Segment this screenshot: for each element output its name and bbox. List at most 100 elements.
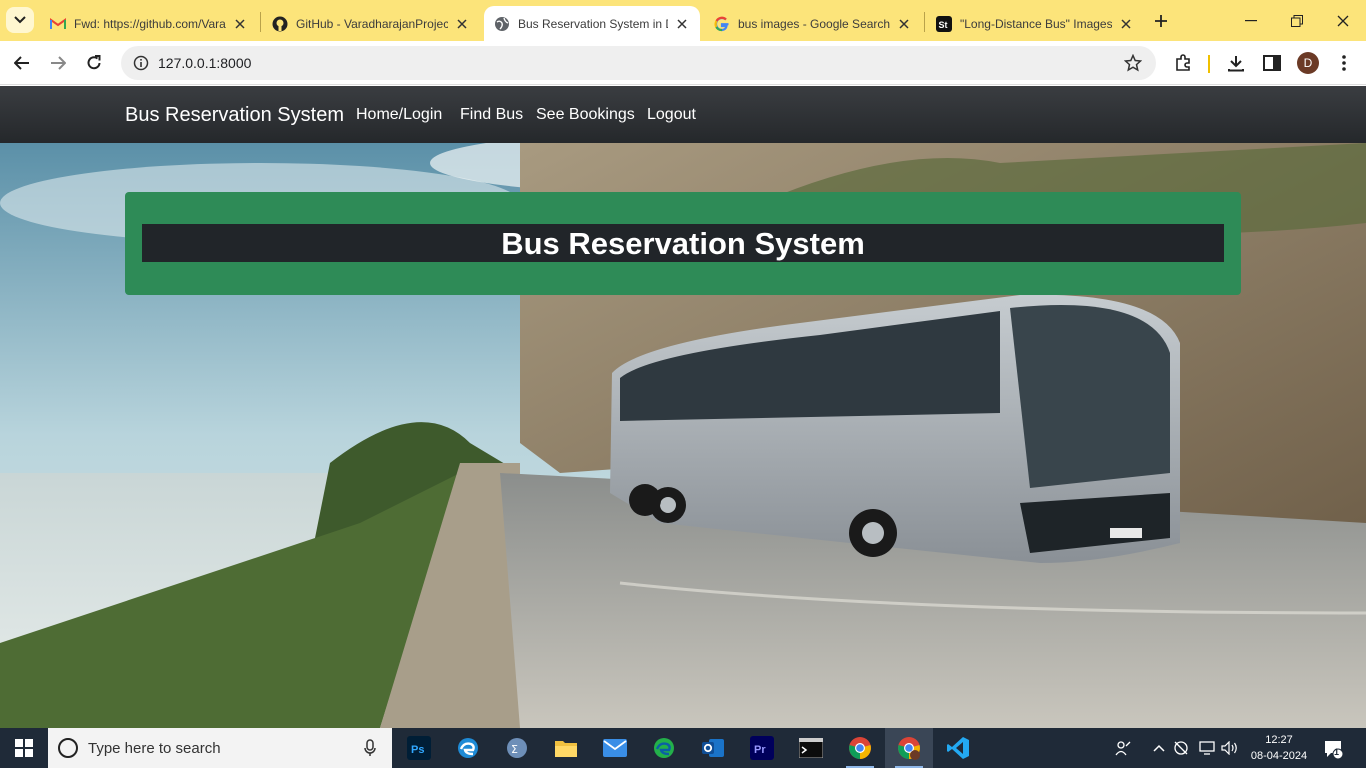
google-icon xyxy=(714,16,730,32)
tab-title: bus images - Google Search xyxy=(738,16,890,31)
svg-text:St: St xyxy=(939,20,948,30)
location-off-icon[interactable] xyxy=(1172,739,1190,757)
chrome-profile-icon xyxy=(898,737,920,760)
restore-button[interactable] xyxy=(1274,0,1320,41)
tab-title: "Long-Distance Bus" Images xyxy=(960,16,1112,31)
tab-shutterstock[interactable]: St "Long-Distance Bus" Images xyxy=(926,6,1144,41)
notification-icon xyxy=(1325,741,1343,759)
taskbar-mail[interactable] xyxy=(591,728,639,768)
people-icon[interactable] xyxy=(1114,739,1132,757)
github-icon xyxy=(272,16,288,32)
arrow-right-icon xyxy=(51,56,66,70)
hero-background-image: Bus Reservation System xyxy=(0,143,1366,728)
extensions-icon[interactable] xyxy=(1170,50,1196,76)
search-placeholder: Type here to search xyxy=(88,740,221,757)
reload-button[interactable] xyxy=(80,49,108,77)
web-page: Bus Reservation System Home/Login Find B… xyxy=(0,86,1366,728)
forward-button[interactable] xyxy=(44,49,72,77)
taskbar-edge[interactable] xyxy=(444,728,492,768)
menu-dots-icon[interactable] xyxy=(1331,50,1357,76)
chrome-icon xyxy=(849,737,871,759)
back-button[interactable] xyxy=(8,49,36,77)
svg-text:Pr: Pr xyxy=(754,744,766,756)
clock-date: 08-04-2024 xyxy=(1250,750,1308,762)
tab-search-button[interactable] xyxy=(6,7,34,33)
taskbar-search-box[interactable]: Type here to search xyxy=(48,728,392,768)
chevron-down-icon xyxy=(14,16,26,24)
close-icon[interactable] xyxy=(232,16,248,32)
taskbar-chrome[interactable] xyxy=(836,728,884,768)
chevron-up-icon[interactable] xyxy=(1150,739,1168,757)
reload-icon xyxy=(87,55,101,70)
minimize-icon xyxy=(1245,19,1257,21)
tab-separator xyxy=(260,12,261,32)
terminal-icon xyxy=(799,738,823,758)
taskbar-outlook[interactable] xyxy=(689,728,737,768)
tab-github[interactable]: GitHub - VaradharajanProjec xyxy=(262,6,480,41)
notification-center-button[interactable]: 1 xyxy=(1322,738,1344,760)
taskbar-file-explorer[interactable] xyxy=(542,728,590,768)
taskbar-calculator[interactable]: Σ xyxy=(493,728,541,768)
bookmark-star-icon[interactable] xyxy=(1122,52,1144,74)
profile-avatar[interactable]: D xyxy=(1297,52,1319,74)
nav-link-see-bookings[interactable]: See Bookings xyxy=(536,106,635,124)
tab-bus-reservation[interactable]: Bus Reservation System in D xyxy=(484,6,700,41)
jumbotron: Bus Reservation System xyxy=(125,192,1241,295)
file-explorer-icon xyxy=(555,741,577,757)
tab-gmail[interactable]: Fwd: https://github.com/Vara xyxy=(40,6,258,41)
edge-icon xyxy=(458,738,478,758)
close-icon xyxy=(1337,15,1349,26)
windows-taskbar: Type here to search Ps Σ Pr 12:27 08-04-… xyxy=(0,728,1366,768)
notification-count: 1 xyxy=(1334,747,1340,757)
microphone-icon[interactable] xyxy=(362,738,378,758)
minimize-button[interactable] xyxy=(1228,0,1274,41)
tab-title: Bus Reservation System in D xyxy=(518,16,668,31)
toolbar-divider xyxy=(1208,55,1210,73)
shutterstock-icon: St xyxy=(936,15,952,32)
tab-separator xyxy=(924,12,925,32)
taskbar-premiere[interactable]: Pr xyxy=(738,728,786,768)
nav-link-logout[interactable]: Logout xyxy=(647,106,696,124)
close-icon[interactable] xyxy=(454,16,470,32)
title-bar: Bus Reservation System xyxy=(142,224,1224,262)
taskbar-photoshop[interactable]: Ps xyxy=(395,728,443,768)
restore-icon xyxy=(1291,14,1303,27)
info-icon[interactable] xyxy=(129,51,153,75)
close-window-button[interactable] xyxy=(1320,0,1366,41)
tab-google-search[interactable]: bus images - Google Search xyxy=(704,6,922,41)
navbar-brand[interactable]: Bus Reservation System xyxy=(125,104,344,127)
taskbar-terminal[interactable] xyxy=(787,728,835,768)
new-tab-button[interactable] xyxy=(1149,9,1173,33)
svg-text:Ps: Ps xyxy=(411,744,424,756)
close-icon[interactable] xyxy=(1118,16,1134,32)
taskbar-edge-dev[interactable] xyxy=(640,728,688,768)
gmail-icon xyxy=(50,16,66,32)
clock-time: 12:27 xyxy=(1265,734,1293,746)
browser-toolbar: 127.0.0.1:8000 xyxy=(0,41,1366,85)
start-button[interactable] xyxy=(0,728,48,768)
taskbar-chrome-profile[interactable] xyxy=(885,728,933,768)
site-navbar: Bus Reservation System Home/Login Find B… xyxy=(0,86,1366,143)
download-icon[interactable] xyxy=(1223,50,1249,76)
plus-icon xyxy=(1155,15,1167,27)
taskbar-clock[interactable]: 12:27 08-04-2024 xyxy=(1244,732,1314,764)
vscode-icon xyxy=(947,737,969,759)
close-icon[interactable] xyxy=(896,16,912,32)
url-text[interactable]: 127.0.0.1:8000 xyxy=(158,55,251,71)
side-panel-icon[interactable] xyxy=(1259,50,1285,76)
arrow-left-icon xyxy=(14,56,29,70)
taskbar-vscode[interactable] xyxy=(934,728,982,768)
mail-icon xyxy=(603,739,627,757)
tab-title: Fwd: https://github.com/Vara xyxy=(74,16,226,31)
volume-icon[interactable] xyxy=(1221,739,1239,757)
close-icon[interactable] xyxy=(674,16,690,32)
network-icon[interactable] xyxy=(1198,739,1216,757)
premiere-icon: Pr xyxy=(750,736,774,760)
outlook-icon xyxy=(702,739,724,757)
nav-link-find-bus[interactable]: Find Bus xyxy=(460,106,523,124)
nav-link-home-login[interactable]: Home/Login xyxy=(356,106,442,124)
photoshop-icon: Ps xyxy=(407,736,431,760)
page-title: Bus Reservation System xyxy=(501,226,865,261)
globe-icon xyxy=(494,16,510,32)
address-bar[interactable]: 127.0.0.1:8000 xyxy=(121,46,1156,80)
